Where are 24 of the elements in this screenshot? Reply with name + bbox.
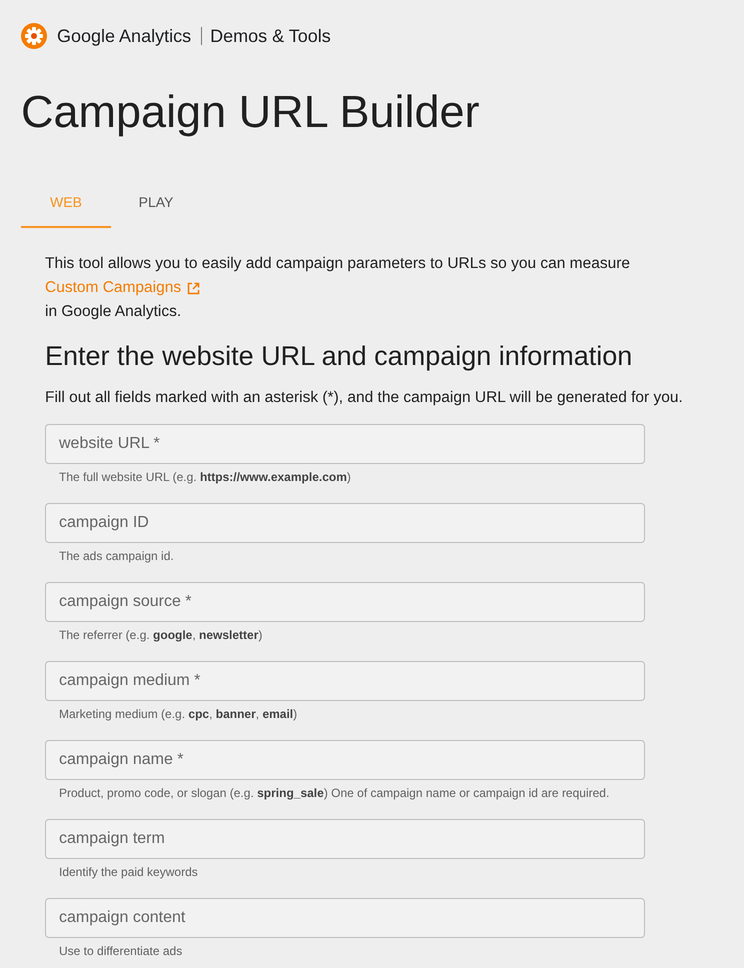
gear-logo-icon xyxy=(21,23,47,49)
helper-text: Marketing medium (e.g. cpc, banner, email) xyxy=(59,706,298,722)
input-field[interactable]: campaign ID xyxy=(45,503,645,543)
input-field[interactable]: website URL * xyxy=(45,424,645,464)
external-link-icon xyxy=(187,282,200,294)
helper-text: Product, promo code, or slogan (e.g. spring_sale) One of campaign name or campaign id are required. xyxy=(59,785,610,801)
input-field[interactable]: campaign name * xyxy=(45,740,645,780)
input-field[interactable]: campaign term xyxy=(45,819,645,859)
helper-text: The ads campaign id. xyxy=(59,548,175,564)
input-field[interactable]: campaign content xyxy=(45,898,645,938)
intro-text: in Google Analytics. xyxy=(45,302,182,322)
helper-text: Identify the paid keywords xyxy=(59,864,199,880)
input-field[interactable]: campaign medium * xyxy=(45,661,645,701)
input-field[interactable]: campaign source * xyxy=(45,582,645,622)
page-title: Campaign URL Builder xyxy=(21,86,481,138)
helper-text: Use to differentiate ads xyxy=(59,943,184,959)
section-name[interactable]: Demos & Tools xyxy=(210,26,331,46)
brand-name[interactable]: Google Analytics xyxy=(57,26,192,46)
instructions-text: Fill out all fields marked with an asterisk (*), and the campaign URL will be generated for you. xyxy=(45,388,684,408)
tab[interactable]: PLAY xyxy=(111,178,201,228)
helper-text: The referrer (e.g. google, newsletter) xyxy=(59,627,264,643)
helper-text: The full website URL (e.g. https://www.example.com) xyxy=(59,469,352,485)
intro-text: This tool allows you to easily add campaign parameters to URLs so you can measure xyxy=(45,254,631,274)
section-heading: Enter the website URL and campaign information xyxy=(45,340,634,373)
